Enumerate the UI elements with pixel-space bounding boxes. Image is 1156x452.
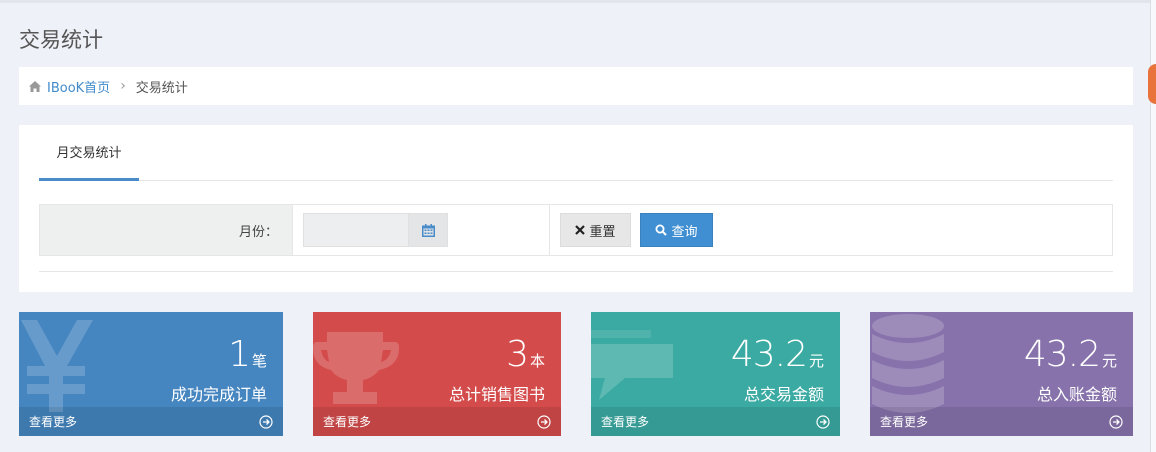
breadcrumb-separator: › <box>120 78 126 94</box>
close-icon <box>575 225 586 235</box>
stat-label: 成功完成订单 <box>170 385 267 404</box>
stat-value-line: 43.2 元 <box>1024 334 1117 375</box>
filter-panel: 月交易统计 月份： 重置 查询 <box>19 125 1133 292</box>
search-icon <box>655 224 668 236</box>
reset-button-label: 重置 <box>589 224 616 240</box>
breadcrumb: IBooK首页 › 交易统计 <box>19 67 1133 105</box>
tab-monthly-stats[interactable]: 月交易统计 <box>39 125 139 181</box>
stat-label: 总交易金额 <box>743 385 824 404</box>
month-input[interactable] <box>303 213 408 247</box>
form-divider <box>39 271 1113 272</box>
trophy-icon <box>313 332 399 404</box>
page-title: 交易统计 <box>19 28 103 52</box>
tab-bar: 月交易统计 <box>39 125 1113 181</box>
stat-label: 总计销售图书 <box>448 385 545 404</box>
form-buttons: 重置 查询 <box>550 205 1112 255</box>
stat-value-line: 3 本 <box>506 334 545 375</box>
view-more-label: 查看更多 <box>880 415 929 429</box>
view-more-link[interactable]: 查看更多 <box>19 407 283 436</box>
filter-form: 月份： 重置 查询 <box>39 204 1113 256</box>
stat-value-line: 1 笔 <box>228 334 267 375</box>
chat-icon <box>591 330 673 400</box>
side-widget-handle[interactable] <box>1148 64 1156 104</box>
stat-unit: 笔 <box>251 352 267 370</box>
query-button-label: 查询 <box>671 224 698 240</box>
database-icon <box>872 314 944 413</box>
arrow-circle-right-icon <box>259 414 273 429</box>
stat-unit: 元 <box>1101 352 1117 370</box>
view-more-link[interactable]: 查看更多 <box>870 407 1133 436</box>
calendar-button[interactable] <box>408 213 448 247</box>
stat-card-income-amount: 43.2 元 总入账金额 查看更多 <box>870 312 1133 436</box>
view-more-label: 查看更多 <box>601 415 650 429</box>
view-more-link[interactable]: 查看更多 <box>591 407 840 436</box>
arrow-circle-right-icon <box>816 414 830 429</box>
stat-label: 总入账金额 <box>1036 385 1117 404</box>
stat-card-orders: 1 笔 成功完成订单 查看更多 <box>19 312 283 436</box>
month-label: 月份： <box>40 205 292 255</box>
stat-card-books: 3 本 总计销售图书 查看更多 <box>313 312 561 436</box>
month-input-cell <box>292 205 550 255</box>
breadcrumb-current: 交易统计 <box>135 80 188 96</box>
stat-unit: 本 <box>529 352 545 370</box>
view-more-label: 查看更多 <box>29 415 78 429</box>
view-more-link[interactable]: 查看更多 <box>313 407 561 436</box>
home-icon <box>29 80 41 92</box>
query-button[interactable]: 查询 <box>640 213 713 247</box>
reset-button[interactable]: 重置 <box>560 213 631 247</box>
stat-value: 43.2 <box>1023 334 1101 375</box>
stat-value: 1 <box>228 334 251 375</box>
view-more-label: 查看更多 <box>323 415 372 429</box>
stat-value: 43.2 <box>730 334 808 375</box>
yen-icon <box>21 320 93 412</box>
stat-unit: 元 <box>808 352 824 370</box>
arrow-circle-right-icon <box>1109 414 1123 429</box>
breadcrumb-home-link[interactable]: IBooK首页 <box>47 77 110 96</box>
month-picker <box>303 213 448 247</box>
stat-card-trade-amount: 43.2 元 总交易金额 查看更多 <box>591 312 840 436</box>
stat-value: 3 <box>506 334 529 375</box>
arrow-circle-right-icon <box>537 414 551 429</box>
stat-value-line: 43.2 元 <box>731 334 824 375</box>
calendar-icon <box>421 223 435 237</box>
top-border <box>0 0 1156 3</box>
